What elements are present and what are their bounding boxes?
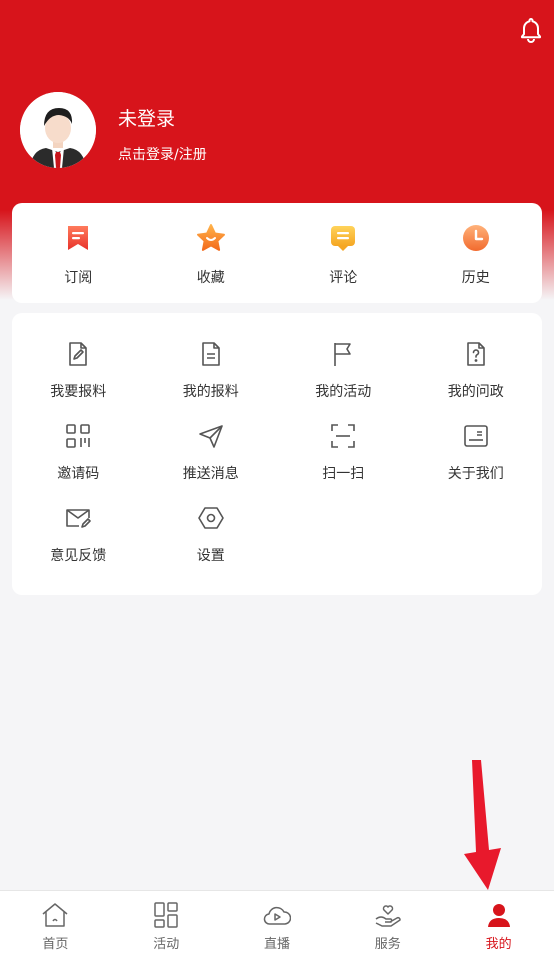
profile-page: 未登录 点击登录/注册 订阅 收藏 评论 历史 我要报料 我的报料 我的活动 我… xyxy=(0,0,554,958)
qr-code-icon xyxy=(66,424,91,448)
menu-item-invite-code[interactable]: 邀请码 xyxy=(12,423,145,505)
flag-icon xyxy=(334,343,352,366)
menu-label: 扫一扫 xyxy=(322,466,365,482)
menu-label: 我要报料 xyxy=(50,384,107,400)
quick-item-subscribe[interactable]: 订阅 xyxy=(12,203,145,303)
menu-label: 我的活动 xyxy=(315,384,372,400)
login-register-link[interactable]: 点击登录/注册 xyxy=(118,144,207,164)
menu-item-feedback[interactable]: 意见反馈 xyxy=(12,505,145,587)
question-document-icon xyxy=(466,342,485,366)
bottom-tab-bar: 首页 活动 直播 服务 我的 xyxy=(0,890,554,958)
tab-profile[interactable]: 我的 xyxy=(443,891,554,958)
function-menu-card: 我要报料 我的报料 我的活动 我的问政 邀请码 推送消息 扫一扫 关于我们 意见… xyxy=(12,313,542,595)
menu-item-settings[interactable]: 设置 xyxy=(145,505,278,587)
activity-grid-icon xyxy=(154,902,178,928)
home-icon xyxy=(42,903,68,927)
menu-label: 关于我们 xyxy=(447,466,504,482)
quick-actions-card: 订阅 收藏 评论 历史 xyxy=(12,203,542,303)
user-name[interactable]: 未登录 xyxy=(118,104,175,131)
menu-item-push-messages[interactable]: 推送消息 xyxy=(145,423,278,505)
tab-services[interactable]: 服务 xyxy=(332,891,443,958)
quick-item-favorite[interactable]: 收藏 xyxy=(145,203,278,303)
quick-label: 评论 xyxy=(329,270,358,286)
menu-item-about-us[interactable]: 关于我们 xyxy=(410,423,543,505)
menu-item-submit-news[interactable]: 我要报料 xyxy=(12,341,145,423)
document-icon xyxy=(201,342,220,366)
menu-item-my-submissions[interactable]: 我的报料 xyxy=(145,341,278,423)
quick-label: 历史 xyxy=(461,270,490,286)
menu-item-my-inquiries[interactable]: 我的问政 xyxy=(410,341,543,423)
nav-label: 直播 xyxy=(263,937,290,952)
quick-label: 订阅 xyxy=(64,270,93,286)
comment-icon xyxy=(331,226,356,251)
quick-item-history[interactable]: 历史 xyxy=(410,203,543,303)
scan-icon xyxy=(331,424,356,448)
subscribe-icon xyxy=(68,226,89,250)
nav-label: 首页 xyxy=(42,937,69,952)
settings-hexagon-icon xyxy=(197,507,224,529)
edit-document-icon xyxy=(69,342,88,366)
nav-label: 活动 xyxy=(153,937,180,952)
quick-item-comment[interactable]: 评论 xyxy=(277,203,410,303)
quick-label: 收藏 xyxy=(196,270,225,286)
menu-label: 设置 xyxy=(196,548,225,564)
tab-home[interactable]: 首页 xyxy=(0,891,111,958)
profile-icon xyxy=(487,904,510,927)
feedback-mail-icon xyxy=(66,509,92,528)
menu-label: 意见反馈 xyxy=(50,548,107,564)
favorite-star-icon xyxy=(196,224,225,251)
menu-item-my-activities[interactable]: 我的活动 xyxy=(277,341,410,423)
menu-label: 邀请码 xyxy=(57,466,100,482)
service-hand-heart-icon xyxy=(375,905,401,927)
nav-label: 服务 xyxy=(374,937,401,952)
info-card-icon xyxy=(463,425,488,447)
menu-item-scan[interactable]: 扫一扫 xyxy=(277,423,410,505)
tab-activities[interactable]: 活动 xyxy=(111,891,222,958)
menu-label: 推送消息 xyxy=(182,466,239,482)
menu-label: 我的报料 xyxy=(182,384,239,400)
avatar[interactable] xyxy=(20,92,96,168)
tab-live[interactable]: 直播 xyxy=(222,891,333,958)
history-clock-icon xyxy=(462,225,489,251)
send-icon xyxy=(198,425,223,448)
menu-label: 我的问政 xyxy=(447,384,504,400)
nav-label: 我的 xyxy=(485,937,512,952)
bell-icon[interactable] xyxy=(518,16,544,44)
pointer-arrow xyxy=(464,760,501,890)
live-cloud-icon xyxy=(263,906,291,925)
